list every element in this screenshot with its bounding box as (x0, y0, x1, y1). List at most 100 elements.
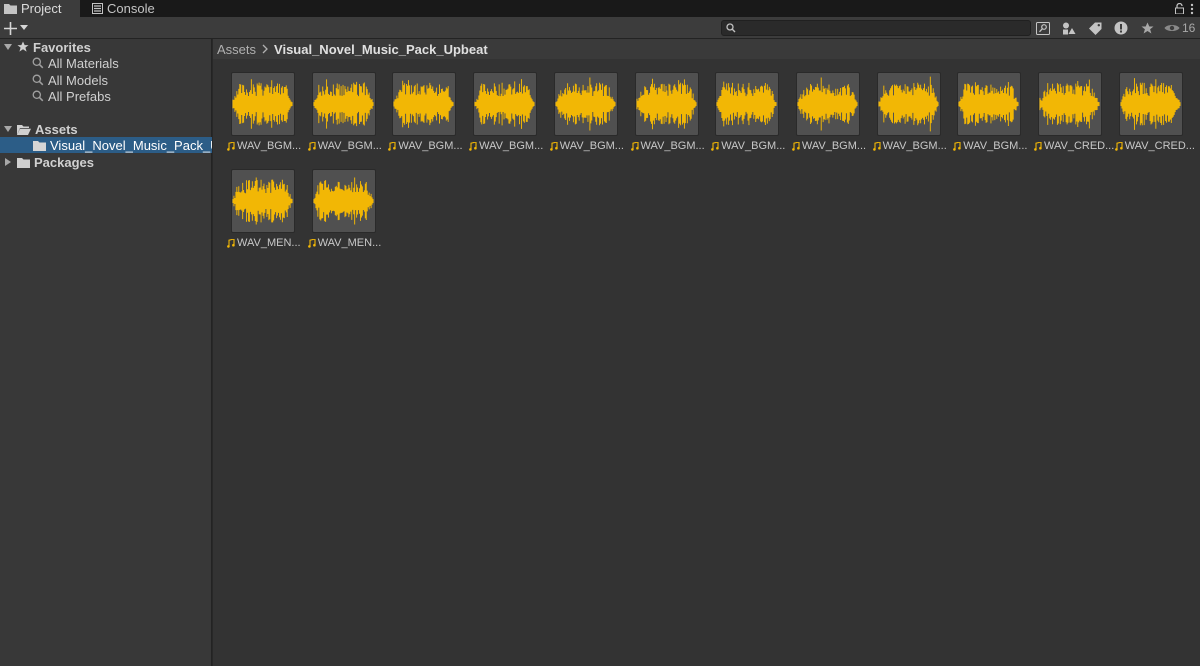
asset-label-text: WAV_BGM... (317, 140, 382, 152)
search-icon (726, 23, 736, 33)
project-toolbar: 16 (0, 17, 1200, 39)
asset-label-text: WAV_BGM... (963, 140, 1028, 152)
asset-label-text: WAV_BGM... (237, 140, 302, 152)
save-search-button[interactable] (1134, 17, 1160, 39)
audio-waveform-thumbnail (1038, 72, 1102, 136)
asset-tile[interactable]: WAV_BGM... (791, 72, 872, 160)
audio-clip-icon (469, 141, 477, 151)
asset-label: WAV_MEN... (307, 236, 388, 250)
audio-waveform-thumbnail (311, 169, 376, 233)
star-icon (1141, 22, 1153, 33)
collapsed-arrow-icon[interactable] (2, 158, 14, 166)
audio-waveform-thumbnail (1118, 72, 1183, 136)
tree-item-label: All Prefabs (48, 88, 111, 104)
asset-label: WAV_BGM... (953, 139, 1033, 153)
asset-browser: Assets Visual_Novel_Music_Pack_Upbeat WA… (213, 39, 1200, 666)
audio-waveform-thumbnail (634, 72, 699, 136)
asset-tile[interactable]: WAV_BGM... (953, 72, 1033, 160)
audio-waveform-thumbnail (957, 72, 1022, 136)
asset-tile[interactable]: WAV_BGM... (469, 72, 549, 160)
tab-console-label: Console (107, 1, 155, 16)
search-field[interactable] (721, 20, 1031, 36)
asset-tile[interactable]: WAV_BGM... (872, 72, 953, 160)
asset-tile[interactable]: WAV_BGM... (388, 72, 468, 160)
breadcrumb-current[interactable]: Visual_Novel_Music_Pack_Upbeat (274, 42, 488, 57)
audio-waveform-thumbnail (876, 72, 941, 136)
asset-label: WAV_CRED... (1034, 139, 1114, 153)
asset-label-text: WAV_CRED... (1124, 140, 1195, 152)
filter-by-label-button[interactable] (1082, 17, 1108, 39)
favorite-all-models[interactable]: All Models (0, 72, 212, 88)
filter-by-type-button[interactable] (1056, 17, 1082, 39)
asset-label-text: WAV_BGM... (882, 140, 947, 152)
lock-icon[interactable] (1175, 3, 1184, 14)
audio-clip-icon (630, 141, 639, 151)
search-icon (32, 74, 44, 86)
tree-item-assets[interactable]: Assets (0, 121, 212, 137)
asset-tile[interactable]: WAV_BGM... (711, 72, 791, 160)
favorite-all-prefabs[interactable]: All Prefabs (0, 88, 212, 104)
breadcrumb-root[interactable]: Assets (217, 42, 256, 57)
tab-project[interactable]: Project (0, 0, 80, 17)
eye-icon (1164, 25, 1180, 31)
tree-item-packages[interactable]: Packages (0, 154, 212, 170)
search-icon (32, 57, 44, 69)
audio-waveform-thumbnail (553, 72, 618, 136)
tab-console[interactable]: Console (90, 0, 155, 17)
audio-waveform-thumbnail (715, 72, 780, 136)
asset-label-text: WAV_MEN... (237, 237, 301, 249)
search-scope-icon (1036, 21, 1050, 35)
asset-label: WAV_BGM... (469, 139, 549, 153)
asset-label: WAV_BGM... (711, 139, 791, 153)
asset-tile[interactable]: WAV_MEN... (227, 169, 307, 257)
audio-clip-icon (388, 141, 397, 151)
audio-clip-icon (227, 238, 235, 248)
create-asset-button[interactable] (4, 19, 28, 37)
audio-clip-icon (791, 141, 800, 151)
asset-label: WAV_BGM... (791, 139, 872, 153)
audio-waveform-thumbnail (392, 72, 457, 136)
asset-label: WAV_BGM... (630, 139, 711, 153)
shapes-icon (1063, 22, 1076, 34)
asset-tile[interactable]: WAV_BGM... (307, 72, 388, 160)
audio-clip-icon (1114, 141, 1123, 151)
asset-label: WAV_BGM... (307, 139, 388, 153)
asset-tile[interactable]: WAV_BGM... (227, 72, 307, 160)
tree-item-selected-folder[interactable]: Visual_Novel_Music_Pack_Upbeat (0, 137, 212, 153)
asset-label-text: WAV_BGM... (801, 140, 867, 152)
asset-tile[interactable]: WAV_BGM... (549, 72, 630, 160)
search-input[interactable] (722, 22, 1030, 36)
audio-waveform-thumbnail (795, 72, 860, 136)
tree-item-label: Visual_Novel_Music_Pack_Upbeat (50, 137, 212, 153)
show-import-log-button[interactable] (1108, 17, 1134, 39)
audio-waveform-thumbnail (231, 169, 295, 233)
asset-tile[interactable]: WAV_MEN... (307, 169, 388, 257)
search-scope-button[interactable] (1030, 17, 1056, 39)
asset-label: WAV_BGM... (388, 139, 468, 153)
star-icon (17, 41, 29, 53)
tree-item-label: Packages (34, 154, 94, 170)
asset-label-text: WAV_BGM... (479, 140, 544, 152)
asset-tile[interactable]: WAV_CRED... (1114, 72, 1195, 160)
tree-item-label: All Models (48, 72, 108, 88)
breadcrumb: Assets Visual_Novel_Music_Pack_Upbeat (213, 39, 1200, 59)
favorite-all-materials[interactable]: All Materials (0, 55, 212, 71)
asset-tile[interactable]: WAV_BGM... (630, 72, 711, 160)
asset-tile[interactable]: WAV_CRED... (1034, 72, 1114, 160)
tree-item-favorites[interactable]: Favorites (0, 39, 212, 55)
menu-kebab-icon[interactable] (1190, 3, 1194, 15)
audio-clip-icon (1034, 141, 1042, 151)
expanded-arrow-icon[interactable] (2, 44, 14, 50)
audio-clip-icon (953, 141, 961, 151)
window-tab-bar: Project Console (0, 0, 1200, 17)
expanded-arrow-icon[interactable] (2, 126, 14, 132)
open-folder-icon (17, 124, 31, 135)
audio-waveform-thumbnail (231, 72, 295, 136)
asset-label: WAV_BGM... (549, 139, 630, 153)
tree-item-label: Assets (35, 121, 78, 137)
asset-label-text: WAV_BGM... (398, 140, 463, 152)
asset-label-text: WAV_BGM... (559, 140, 624, 152)
hidden-packages-toggle[interactable]: 16 (1164, 21, 1195, 35)
asset-label: WAV_BGM... (872, 139, 953, 153)
chevron-right-icon (262, 44, 268, 54)
